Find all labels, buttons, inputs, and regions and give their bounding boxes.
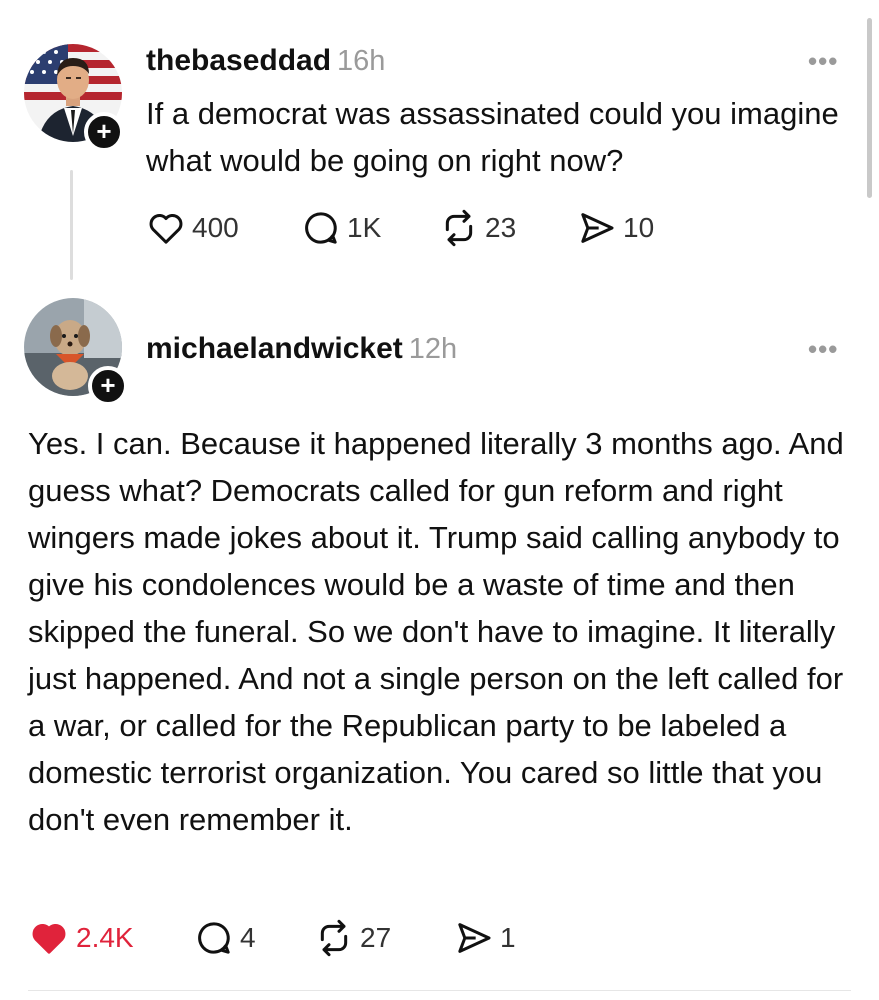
post-share-button[interactable]: 10 bbox=[577, 208, 654, 248]
post-author[interactable]: thebaseddad 16h bbox=[146, 44, 385, 78]
post-like-count: 400 bbox=[192, 212, 239, 243]
reply-reply-button[interactable]: 4 bbox=[194, 918, 314, 958]
reply-repost-count: 27 bbox=[360, 922, 392, 953]
post-reply-button[interactable]: 1K bbox=[301, 208, 439, 248]
thread-line bbox=[70, 170, 73, 280]
repost-icon bbox=[445, 209, 473, 247]
reply-author[interactable]: michaelandwicket 12h bbox=[146, 332, 457, 366]
reply-like-button[interactable]: 2.4K bbox=[28, 918, 194, 958]
post-actions: 400 1K 23 10 bbox=[146, 208, 654, 248]
post-share-count: 10 bbox=[623, 212, 655, 243]
comment-icon bbox=[305, 212, 337, 244]
reply-repost-button[interactable]: 27 bbox=[314, 918, 454, 958]
follow-plus-icon[interactable]: + bbox=[84, 112, 124, 152]
reply-more-icon[interactable]: ••• bbox=[808, 334, 838, 365]
reply-username[interactable]: michaelandwicket bbox=[146, 332, 403, 365]
reply-actions: 2.4K 4 27 1 bbox=[28, 918, 516, 958]
divider bbox=[28, 990, 851, 991]
follow-plus-icon[interactable]: + bbox=[88, 366, 128, 406]
reply-reply-count: 4 bbox=[240, 922, 256, 953]
reply-share-count: 1 bbox=[500, 922, 516, 953]
reply-share-button[interactable]: 1 bbox=[454, 918, 516, 958]
scrollbar[interactable] bbox=[867, 18, 872, 198]
post-username[interactable]: thebaseddad bbox=[146, 44, 331, 77]
post-text: If a democrat was assassinated could you… bbox=[146, 96, 839, 178]
post-timestamp: 16h bbox=[337, 45, 386, 77]
post-like-button[interactable]: 400 bbox=[146, 208, 301, 248]
post-more-icon[interactable]: ••• bbox=[808, 46, 838, 77]
post-repost-button[interactable]: 23 bbox=[439, 208, 577, 248]
reply-like-count: 2.4K bbox=[76, 922, 134, 953]
heart-icon bbox=[149, 213, 183, 244]
post-repost-count: 23 bbox=[485, 212, 517, 243]
repost-icon bbox=[320, 919, 348, 957]
post-reply-count: 1K bbox=[347, 212, 382, 243]
reply-timestamp: 12h bbox=[408, 333, 458, 365]
share-icon bbox=[581, 213, 614, 243]
heart-icon bbox=[32, 923, 66, 954]
reply-text: Yes. I can. Because it happened literall… bbox=[28, 426, 844, 837]
comment-icon bbox=[198, 922, 230, 954]
share-icon bbox=[458, 923, 491, 953]
